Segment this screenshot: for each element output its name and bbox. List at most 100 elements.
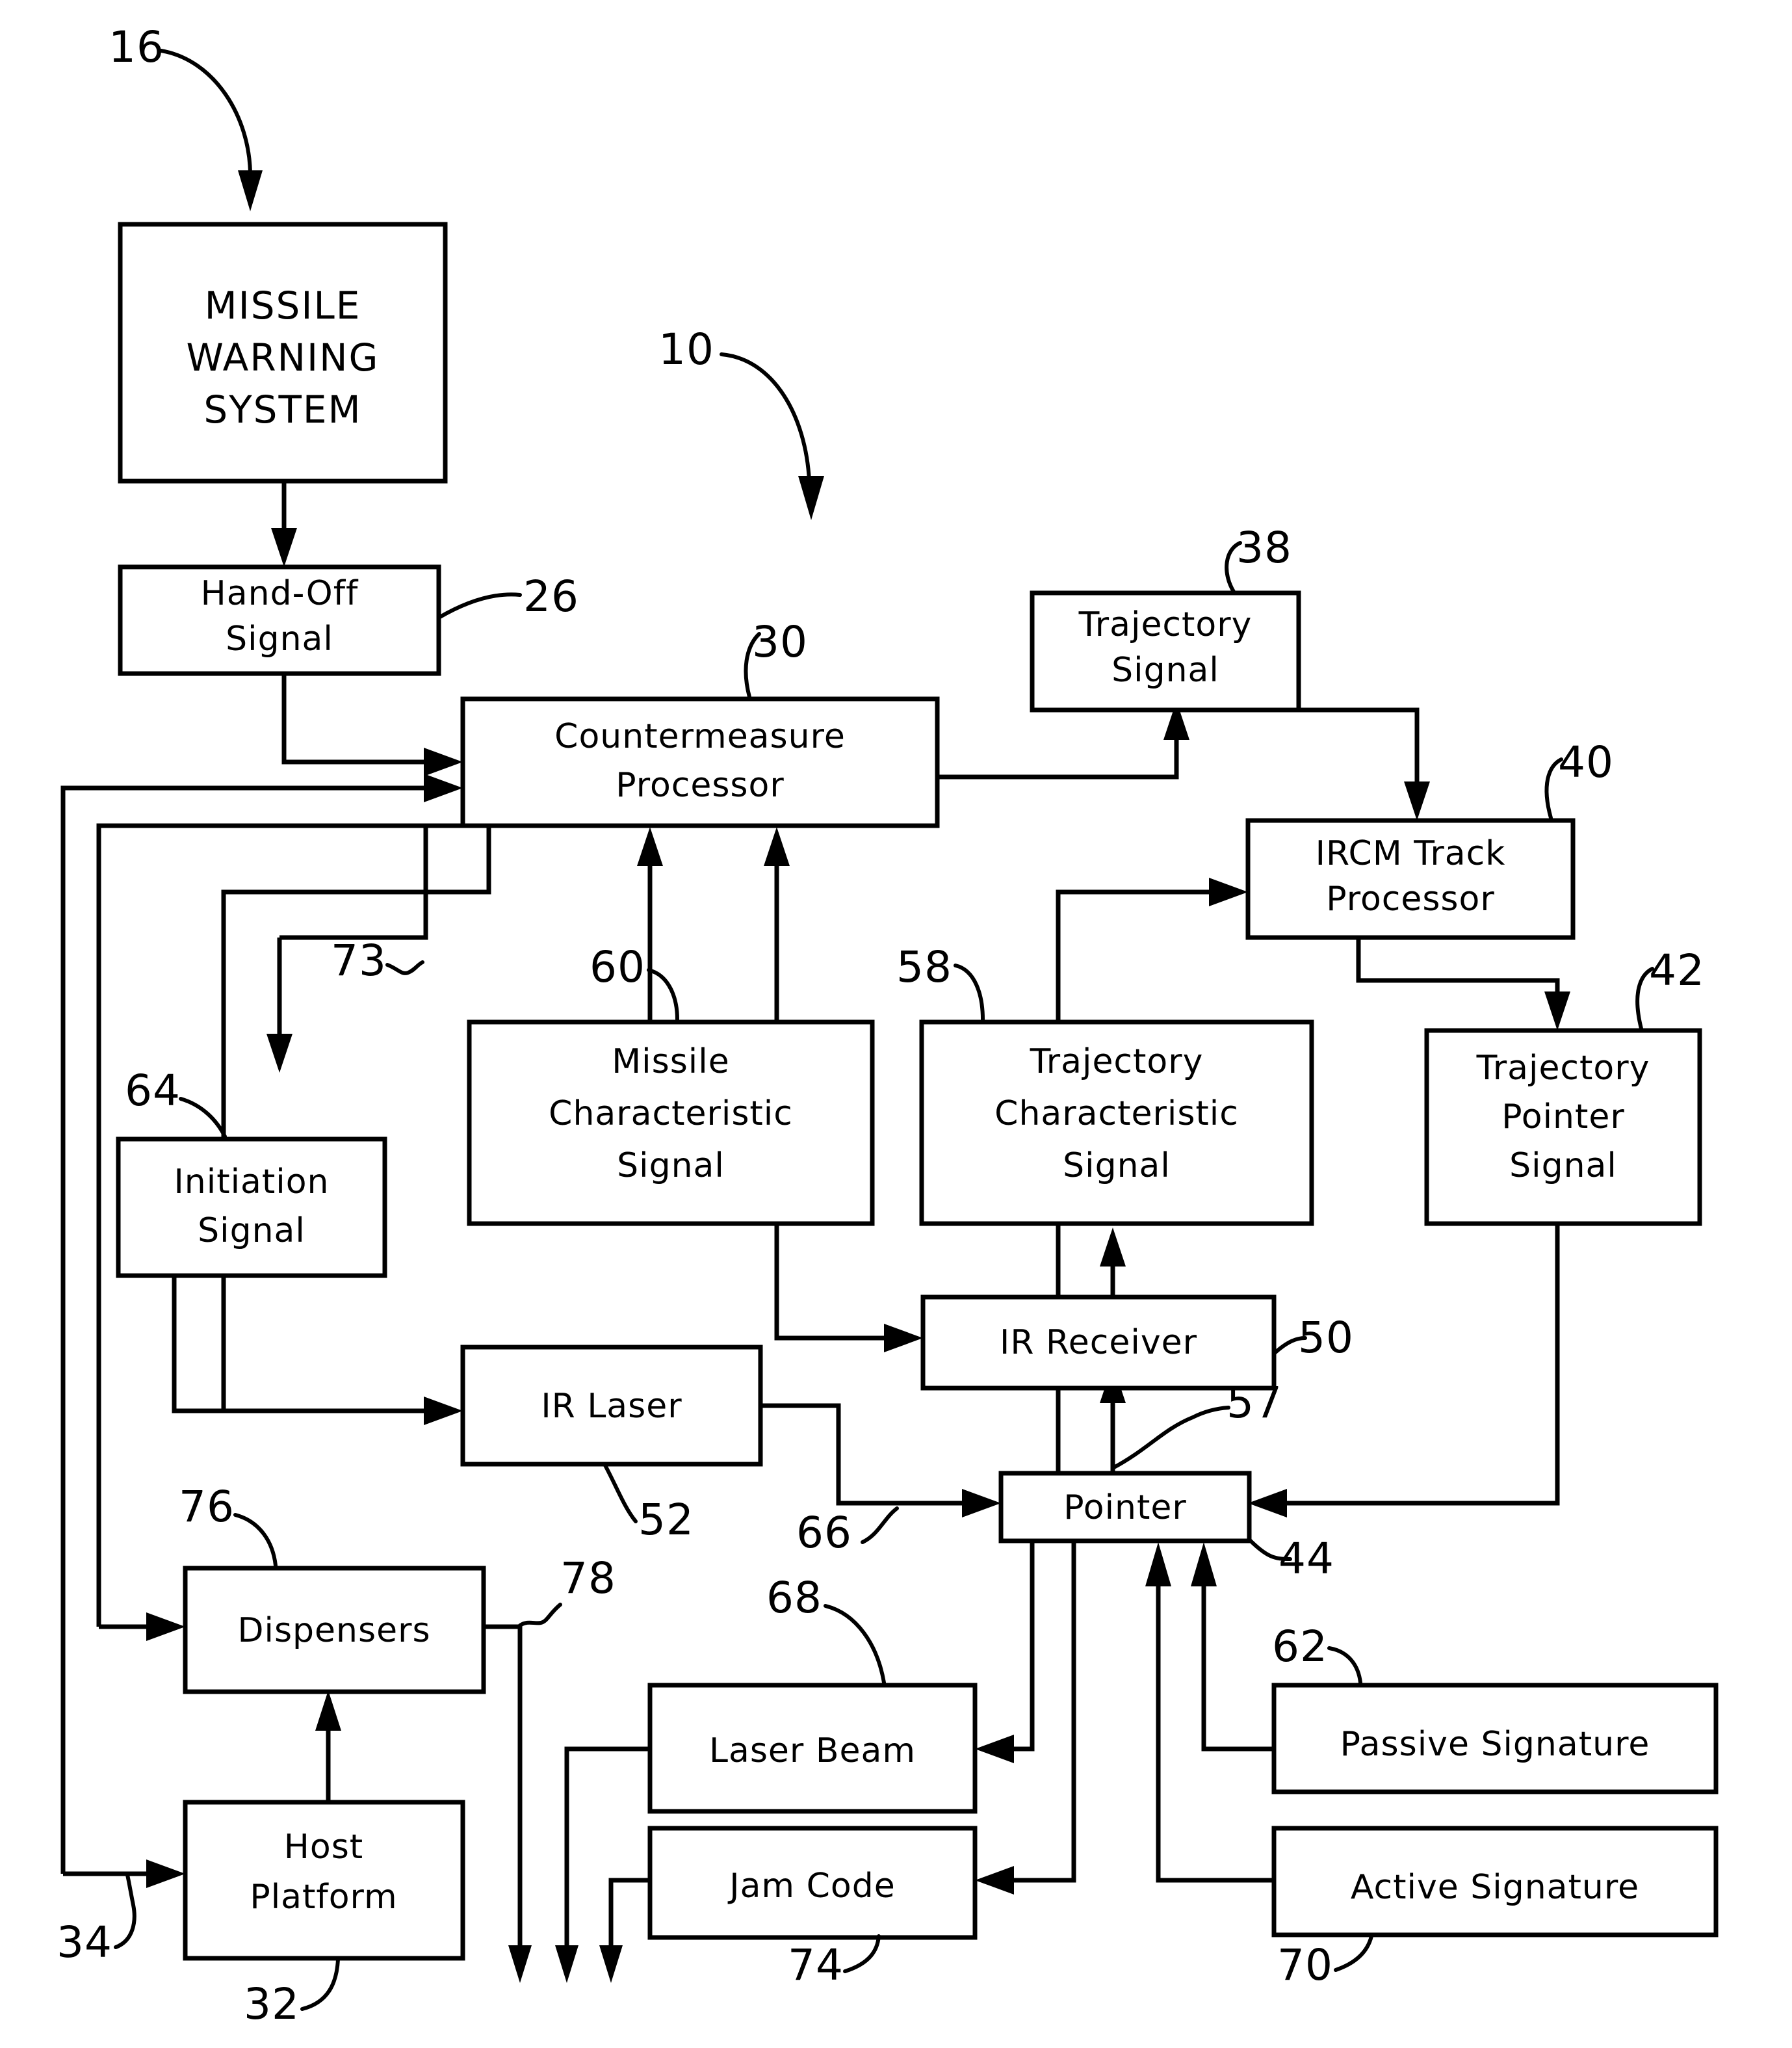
block-label-dispensers: Dispensers	[237, 1611, 430, 1650]
block-host-platform[interactable]: Host Platform	[183, 1800, 465, 1961]
block-label-handoff-line1: Hand-Off	[201, 574, 359, 613]
block-label-cmp-line1: Countermeasure	[554, 717, 846, 756]
block-missile-characteristic-signal[interactable]: Missile Characteristic Signal	[467, 1019, 875, 1226]
refnum-78-group: 78	[518, 1553, 616, 1627]
refnum-42: 42	[1649, 945, 1705, 995]
block-pointer[interactable]: Pointer	[998, 1471, 1252, 1543]
wire-right-to-cmp	[764, 827, 790, 1022]
block-label-misschar-line2: Characteristic	[549, 1094, 793, 1133]
block-dispensers[interactable]: Dispensers	[183, 1566, 486, 1694]
refnum-66-group: 66	[796, 1506, 899, 1558]
block-ir-laser[interactable]: IR Laser	[460, 1345, 763, 1467]
block-label-active: Active Signature	[1351, 1868, 1639, 1907]
refnum-60-group: 60	[590, 942, 679, 1021]
block-ir-receiver[interactable]: IR Receiver	[920, 1294, 1277, 1391]
refnum-34-group: 34	[57, 1873, 136, 1967]
block-missile-warning-system[interactable]: MISSILE WARNING SYSTEM	[118, 222, 448, 484]
block-label-mws-line1: MISSILE	[205, 283, 361, 328]
refnum-70-group: 70	[1277, 1934, 1373, 1990]
refnum-42-group: 42	[1635, 945, 1705, 1031]
refnum-68-group: 68	[766, 1573, 886, 1685]
wire-leftbus-to-hostplatform	[63, 1859, 185, 1888]
block-label-trajsig-line1: Trajectory	[1078, 605, 1253, 644]
refnum-32: 32	[244, 1979, 300, 2029]
wire-pointer-to-jamcode	[975, 1541, 1076, 1895]
wire-irlaser-to-pointer	[760, 1403, 1001, 1517]
block-ircm-track-processor[interactable]: IRCM Track Processor	[1245, 818, 1576, 940]
block-label-cmp-line2: Processor	[616, 766, 784, 805]
block-trajectory-pointer-signal[interactable]: Trajectory Pointer Signal	[1424, 1028, 1702, 1226]
block-trajectory-signal[interactable]: Trajectory Signal	[1030, 590, 1301, 713]
block-label-misschar-line1: Missile	[612, 1042, 729, 1081]
refnum-62: 62	[1272, 1621, 1328, 1672]
wire-73-drop	[221, 1269, 463, 1425]
block-active-signature[interactable]: Active Signature	[1271, 1826, 1719, 1937]
block-initiation-signal[interactable]: Initiation Signal	[116, 1136, 387, 1278]
block-label-init-line1: Initiation	[174, 1162, 329, 1201]
refnum-16: 16	[109, 22, 164, 72]
block-label-host-line1: Host	[284, 1828, 363, 1867]
block-trajectory-characteristic-signal[interactable]: Trajectory Characteristic Signal	[919, 1019, 1314, 1226]
refnum-34: 34	[57, 1917, 112, 1967]
refnum-64: 64	[125, 1066, 181, 1116]
block-label-trajchar-line3: Signal	[1063, 1146, 1171, 1185]
wire-handoff-to-cmp	[281, 674, 463, 776]
refnum-38: 38	[1236, 523, 1292, 573]
refnum-68: 68	[766, 1573, 822, 1623]
block-label-ircm-line1: IRCM Track	[1316, 834, 1506, 873]
block-label-host-line2: Platform	[250, 1878, 397, 1917]
refnum-66: 66	[796, 1508, 852, 1558]
wire-leftbus-to-dispensers	[99, 1612, 185, 1641]
refnum-64-group: 64	[125, 1066, 227, 1138]
wire-mws-to-handoff	[271, 481, 297, 567]
refnum-62-group: 62	[1272, 1621, 1362, 1685]
refnum-78: 78	[560, 1553, 616, 1603]
wire-irrecv-to-trajchar	[1100, 1227, 1126, 1297]
refnum-52-group: 52	[603, 1462, 694, 1545]
wire-missilechar-to-irrecv	[774, 1224, 923, 1352]
block-passive-signature[interactable]: Passive Signature	[1271, 1683, 1719, 1794]
refnum-57-group: 57	[1111, 1378, 1282, 1470]
block-label-ircm-line2: Processor	[1326, 880, 1494, 919]
wire-trajectorysignal-to-ircm	[1299, 707, 1430, 821]
wire-jamcode-out	[599, 1878, 650, 1983]
block-countermeasure-processor[interactable]: Countermeasure Processor	[460, 696, 940, 828]
refnum-40: 40	[1558, 737, 1614, 787]
refnum-58-group: 58	[896, 942, 985, 1021]
block-label-mws-line3: SYSTEM	[203, 387, 361, 432]
refnum-40-group: 40	[1544, 737, 1614, 820]
wire-ircm-to-trajptr	[1356, 936, 1570, 1031]
refnum-50-group: 50	[1272, 1313, 1353, 1363]
refnum-10-group: 10	[658, 324, 824, 520]
refnum-30: 30	[752, 617, 808, 667]
block-label-mws-line2: WARNING	[187, 335, 380, 380]
refnum-32-group: 32	[244, 1958, 340, 2029]
block-label-handoff-line2: Signal	[226, 620, 333, 659]
wire-missilechar-to-cmp	[637, 827, 663, 1022]
refnum-52: 52	[638, 1495, 694, 1545]
block-label-trajptr-line3: Signal	[1509, 1146, 1617, 1185]
block-jam-code[interactable]: Jam Code	[647, 1826, 978, 1940]
refnum-57: 57	[1227, 1378, 1282, 1428]
refnum-73: 73	[331, 936, 387, 986]
wire-active-to-pointer	[1145, 1542, 1274, 1883]
refnum-26: 26	[523, 571, 579, 622]
wire-pointer-to-laserbeam	[975, 1541, 1035, 1763]
block-hand-off-signal[interactable]: Hand-Off Signal	[118, 564, 441, 676]
block-laser-beam[interactable]: Laser Beam	[647, 1683, 978, 1814]
block-label-trajsig-line2: Signal	[1111, 651, 1219, 690]
block-label-trajchar-line2: Characteristic	[994, 1094, 1239, 1133]
wire-cmp-to-trajectorysignal	[937, 701, 1189, 780]
block-label-irlaser: IR Laser	[541, 1387, 682, 1426]
refnum-26-group: 26	[437, 571, 579, 622]
refnum-70: 70	[1277, 1940, 1333, 1990]
refnum-74-group: 74	[788, 1934, 881, 1990]
block-label-irrecv: IR Receiver	[1000, 1323, 1197, 1362]
block-label-trajptr-line1: Trajectory	[1476, 1049, 1650, 1088]
refnum-60: 60	[590, 942, 645, 992]
block-label-laserbeam: Laser Beam	[709, 1731, 916, 1770]
refnum-76: 76	[179, 1482, 235, 1532]
block-label-init-line2: Signal	[198, 1211, 305, 1250]
refnum-76-group: 76	[179, 1482, 278, 1568]
block-label-jamcode: Jam Code	[727, 1867, 896, 1906]
